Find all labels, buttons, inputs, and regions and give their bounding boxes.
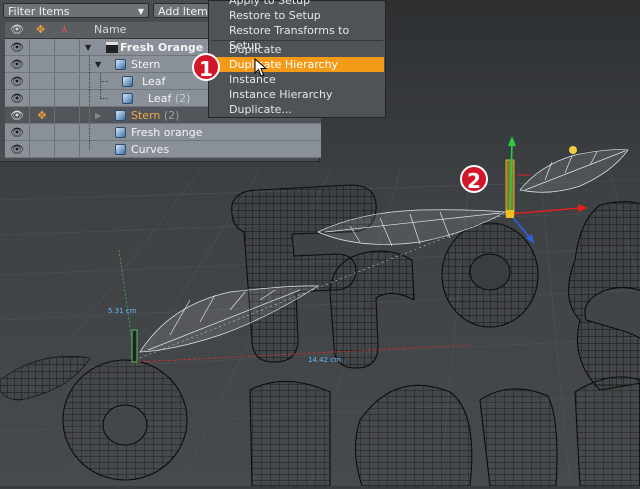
- mesh-item-icon: [122, 76, 133, 87]
- filter-items-label: Filter Items: [8, 5, 70, 18]
- visibility-eye-icon[interactable]: 👁: [10, 22, 24, 38]
- horizontal-measurement-label: 14.42 cm: [308, 356, 341, 364]
- collapsed-arrow-icon[interactable]: ▶: [95, 107, 101, 124]
- axis-icon[interactable]: ⅄: [61, 22, 68, 38]
- context-menu: Apply to Setup Restore to Setup Restore …: [208, 0, 386, 118]
- item-name: Stern (2): [131, 109, 180, 122]
- filter-items-dropdown[interactable]: Filter Items ▼: [3, 3, 149, 18]
- mesh-item-icon: [115, 144, 126, 155]
- item-name: Stern: [131, 58, 161, 71]
- menu-item-restore-transforms[interactable]: Restore Transforms to Setup: [210, 23, 384, 52]
- menu-item-instance[interactable]: Instance: [210, 72, 384, 87]
- visibility-eye-icon[interactable]: 👁: [6, 73, 28, 90]
- mesh-item-icon: [122, 93, 133, 104]
- name-column-header[interactable]: Name: [94, 22, 126, 38]
- transform-icon[interactable]: ✥: [36, 22, 45, 38]
- vertical-measurement-label: 5.31 cm: [108, 307, 137, 315]
- menu-item-apply-to-setup[interactable]: Apply to Setup: [210, 0, 384, 8]
- menu-item-restore-to-setup[interactable]: Restore to Setup: [210, 8, 384, 23]
- menu-item-instance-hierarchy[interactable]: Instance Hierarchy: [210, 87, 384, 102]
- menu-item-duplicate-dialog[interactable]: Duplicate...: [210, 102, 384, 117]
- visibility-eye-icon[interactable]: 👁: [6, 141, 28, 158]
- list-item[interactable]: 👁 Fresh orange: [5, 124, 321, 141]
- expand-arrow-icon[interactable]: ▼: [85, 39, 91, 56]
- item-name: Leaf (2): [148, 92, 191, 105]
- mesh-item-icon: [115, 59, 126, 70]
- mouse-cursor-icon: [254, 58, 268, 77]
- item-name: Fresh orange: [131, 126, 203, 139]
- visibility-eye-icon[interactable]: 👁: [6, 124, 28, 141]
- callout-badge-1: 1: [192, 53, 220, 81]
- chevron-down-icon: ▼: [137, 7, 144, 16]
- mesh-item-icon: [115, 127, 126, 138]
- scene-icon: [106, 42, 118, 53]
- list-item[interactable]: 👁 Curves: [5, 141, 321, 158]
- mesh-item-icon: [115, 110, 126, 121]
- visibility-eye-icon[interactable]: 👁: [6, 107, 28, 124]
- add-item-label: Add Item: [158, 5, 208, 18]
- add-item-button[interactable]: Add Item: [153, 3, 213, 18]
- menu-divider: [211, 40, 383, 41]
- menu-item-duplicate[interactable]: Duplicate: [210, 42, 384, 57]
- item-name: Curves: [131, 143, 170, 156]
- expand-arrow-icon[interactable]: ▼: [95, 56, 101, 73]
- visibility-eye-icon[interactable]: 👁: [6, 56, 28, 73]
- visibility-eye-icon[interactable]: 👁: [6, 90, 28, 107]
- visibility-eye-icon[interactable]: 👁: [6, 39, 28, 56]
- menu-item-duplicate-hierarchy[interactable]: Duplicate Hierarchy: [210, 57, 384, 72]
- item-name: Leaf: [142, 75, 166, 88]
- transform-icon[interactable]: ✥: [31, 107, 53, 124]
- callout-badge-2: 2: [460, 165, 488, 193]
